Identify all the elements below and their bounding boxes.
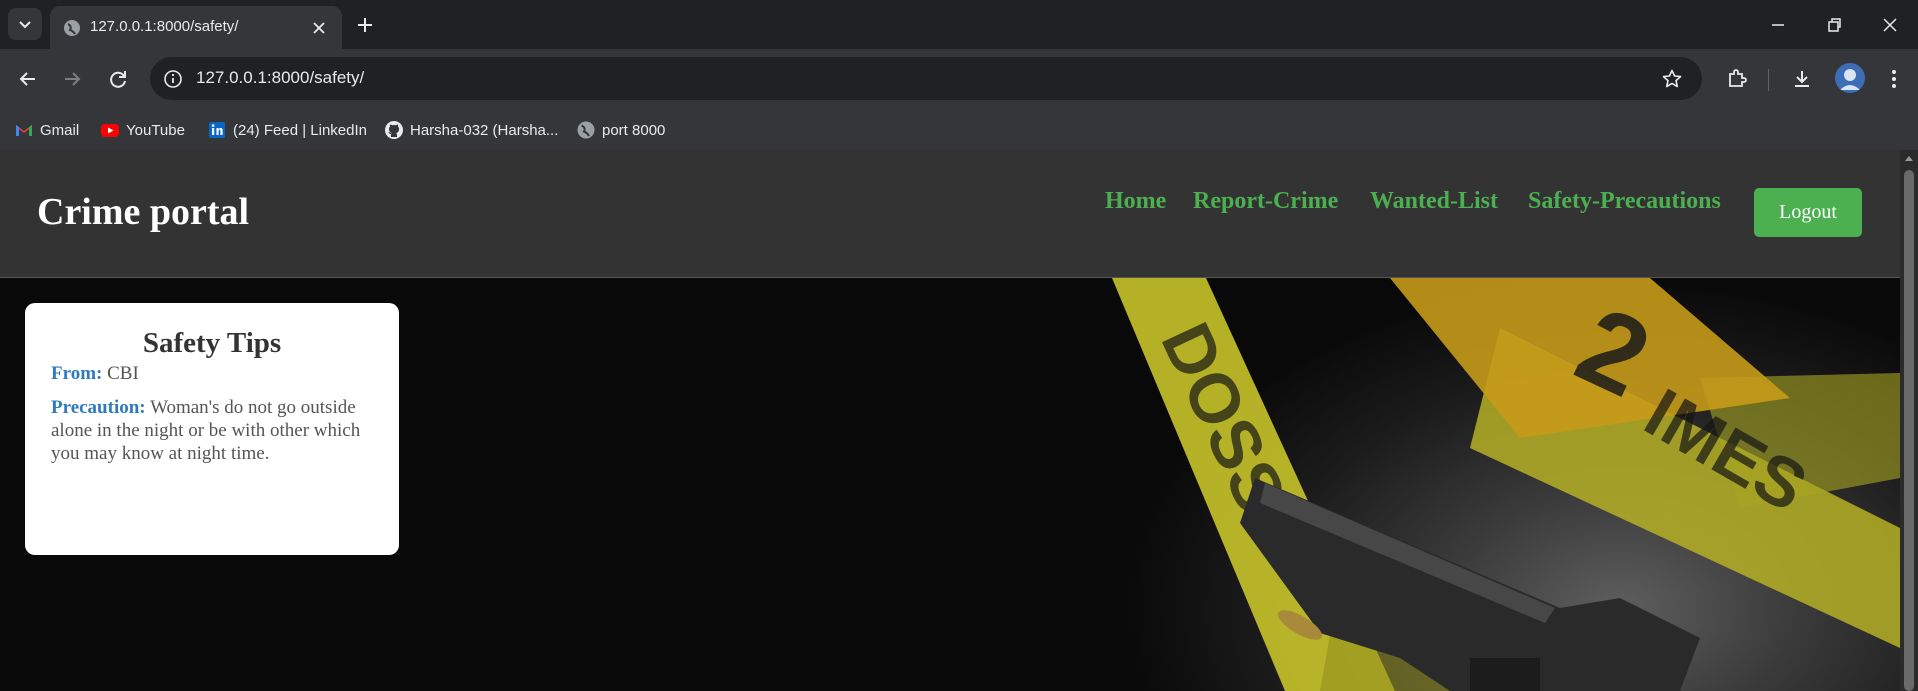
bookmark-label: (24) Feed | LinkedIn — [233, 121, 367, 139]
browser-toolbar: 127.0.0.1:8000/safety/ — [0, 49, 1918, 110]
back-arrow-icon[interactable] — [14, 65, 42, 93]
card-title: Safety Tips — [142, 327, 282, 359]
nav-home[interactable]: Home — [1105, 188, 1166, 215]
forward-arrow-icon[interactable] — [58, 65, 86, 93]
github-icon — [385, 121, 403, 139]
bookmark-label: Gmail — [40, 121, 80, 139]
download-icon[interactable] — [1788, 65, 1816, 93]
menu-dots-icon[interactable] — [1880, 65, 1908, 93]
close-icon[interactable] — [310, 19, 328, 37]
profile-avatar[interactable] — [1835, 63, 1865, 93]
site-brand: Crime portal — [37, 191, 250, 233]
tab-search-button[interactable] — [8, 8, 42, 40]
minimize-icon[interactable] — [1766, 13, 1790, 37]
globe-icon — [64, 20, 80, 36]
new-tab-icon[interactable] — [353, 13, 377, 37]
extensions-icon[interactable] — [1723, 65, 1751, 93]
linkedin-icon — [209, 122, 225, 138]
precaution-label: Precaution: — [51, 397, 146, 418]
toolbar-divider — [1768, 69, 1769, 91]
close-window-icon[interactable] — [1878, 13, 1902, 37]
tab-title: 127.0.0.1:8000/safety/ — [90, 18, 239, 35]
bookmark-port-8000[interactable]: port 8000 — [576, 117, 665, 143]
url-text: 127.0.0.1:8000/safety/ — [196, 68, 365, 87]
site-info-icon[interactable] — [162, 68, 184, 90]
scroll-up-arrow-icon[interactable] — [1904, 154, 1914, 162]
from-row: From: CBI — [51, 362, 373, 385]
site-header: Crime portal Home Report-Crime Wanted-Li… — [0, 150, 1900, 278]
bookmark-youtube[interactable]: YouTube — [100, 117, 185, 143]
from-value: CBI — [107, 363, 139, 384]
bookmarks-bar: Gmail YouTube (24) Feed | LinkedIn Harsh… — [0, 110, 1918, 150]
nav-safety-precautions[interactable]: Safety-Precautions — [1528, 188, 1721, 215]
nav-wanted-list[interactable]: Wanted-List — [1370, 188, 1498, 215]
address-bar[interactable]: 127.0.0.1:8000/safety/ — [150, 57, 1702, 100]
active-tab[interactable]: 127.0.0.1:8000/safety/ — [50, 6, 342, 49]
safety-tip-card: Safety Tips From: CBI Precaution: Woman'… — [25, 303, 399, 555]
scrollbar-thumb[interactable] — [1904, 170, 1914, 691]
globe-icon — [577, 121, 595, 139]
page-viewport: Crime portal Home Report-Crime Wanted-Li… — [0, 150, 1900, 691]
bookmark-github[interactable]: Harsha-032 (Harsha... — [384, 117, 558, 143]
youtube-icon — [101, 124, 119, 137]
bookmark-star-icon[interactable] — [1660, 67, 1684, 91]
bookmark-label: port 8000 — [602, 121, 666, 139]
bookmark-gmail[interactable]: Gmail — [14, 117, 79, 143]
from-label: From: — [51, 363, 103, 384]
logout-button[interactable]: Logout — [1754, 188, 1862, 237]
tab-strip: 127.0.0.1:8000/safety/ — [0, 0, 1918, 49]
chevron-down-icon — [19, 21, 31, 29]
nav-report-crime[interactable]: Report-Crime — [1193, 188, 1338, 215]
bookmark-linkedin[interactable]: (24) Feed | LinkedIn — [207, 117, 367, 143]
reload-icon[interactable] — [104, 65, 132, 93]
precaution-row: Precaution: Woman's do not go outside al… — [51, 396, 373, 465]
gmail-icon — [16, 125, 32, 136]
bookmark-label: YouTube — [126, 121, 185, 139]
restore-icon[interactable] — [1822, 13, 1846, 37]
bookmark-label: Harsha-032 (Harsha... — [410, 121, 559, 139]
page-scrollbar[interactable] — [1900, 150, 1918, 691]
